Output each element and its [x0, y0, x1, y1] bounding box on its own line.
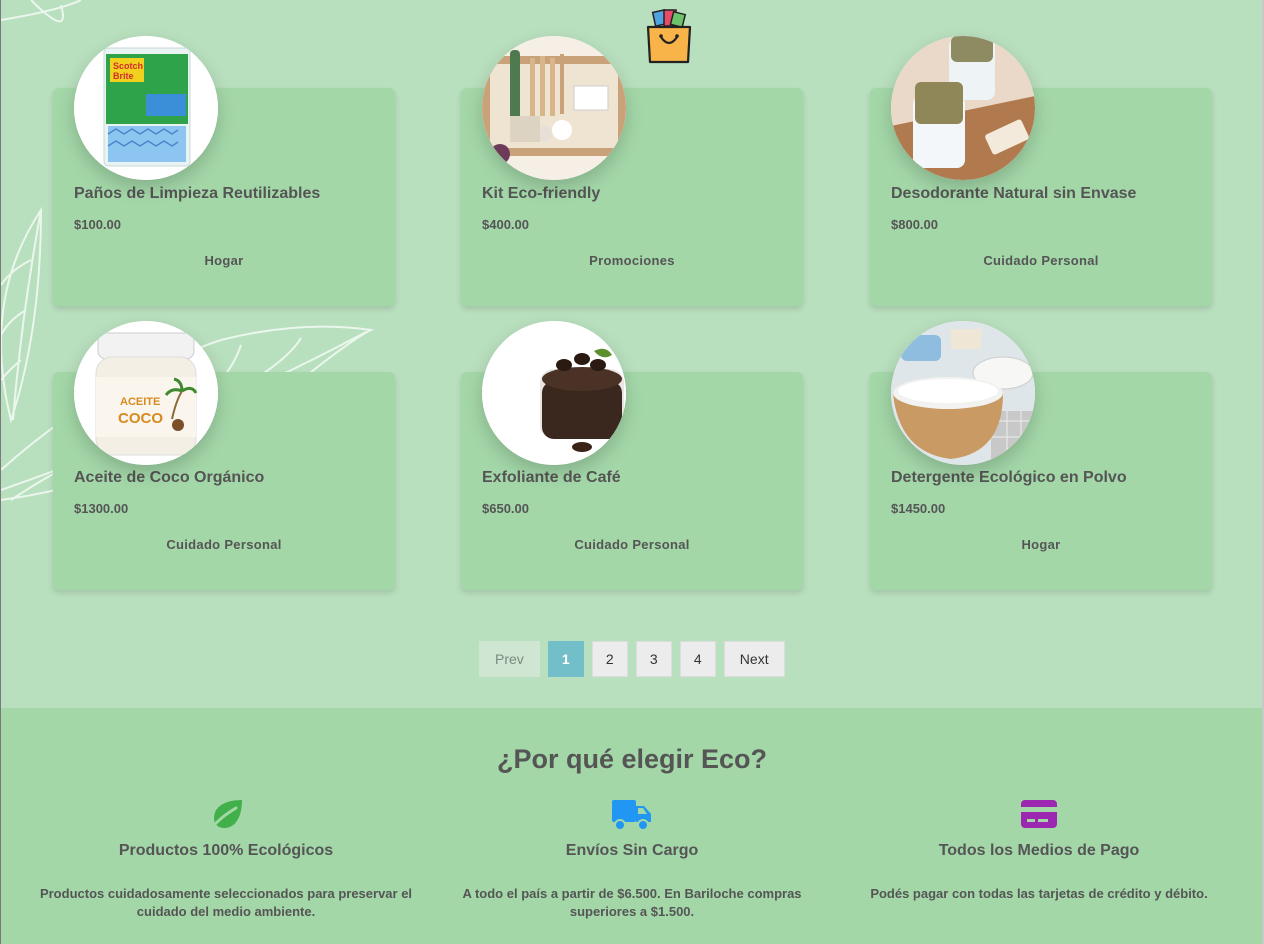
svg-text:Scotch: Scotch [113, 61, 143, 71]
product-category: Cuidado Personal [166, 537, 282, 552]
svg-text:COCO: COCO [118, 410, 163, 427]
page: Paños de Limpieza Reutilizables $100.00 … [0, 0, 1264, 944]
product-name: Aceite de Coco Orgánico [74, 469, 265, 486]
product-name: Paños de Limpieza Reutilizables [74, 185, 321, 202]
truck-icon [612, 800, 651, 831]
svg-text:ACEITE: ACEITE [120, 396, 160, 408]
product-price: $650.00 [482, 501, 529, 516]
product-image-coffee-scrub[interactable] [482, 321, 626, 465]
shopping-bag-icon[interactable] [644, 9, 694, 65]
product-name: Kit Eco-friendly [482, 185, 601, 202]
feature-text: Productos cuidadosamente seleccionados p… [39, 886, 413, 919]
product-price: $1450.00 [891, 501, 946, 516]
why-choose-section: ¿Por qué elegir Eco? Productos 100% Ecol… [1, 708, 1262, 944]
product-category: Cuidado Personal [983, 253, 1099, 268]
product-name: Exfoliante de Café [482, 469, 621, 486]
feature-text: A todo el país a partir de $6.500. En Ba… [462, 886, 802, 919]
product-category: Promociones [589, 253, 675, 268]
next-page-button[interactable]: Next [723, 641, 785, 677]
product-image-cleaning-wipes[interactable]: Scotch Brite [74, 36, 218, 180]
product-price: $400.00 [482, 217, 529, 232]
credit-card-icon [1021, 800, 1057, 828]
page-3-button[interactable]: 3 [635, 641, 672, 677]
product-category: Hogar [204, 253, 244, 268]
feature-title: Envíos Sin Cargo [565, 842, 699, 859]
product-name: Desodorante Natural sin Envase [891, 185, 1137, 202]
product-price: $100.00 [74, 217, 121, 232]
section-title: ¿Por qué elegir Eco? [496, 744, 768, 774]
leaf-icon [208, 800, 242, 832]
feature-payment-methods: Todos los Medios de Pago Podés pagar con… [849, 798, 1229, 903]
feature-eco-products: Productos 100% Ecológicos Productos cuid… [36, 798, 416, 921]
prev-page-button[interactable]: Prev [479, 641, 540, 677]
product-image-eco-detergent[interactable] [891, 321, 1035, 465]
product-category: Cuidado Personal [574, 537, 690, 552]
product-image-eco-kit[interactable] [482, 36, 626, 180]
feature-text: Podés pagar con todas las tarjetas de cr… [870, 886, 1208, 901]
product-price: $800.00 [891, 217, 938, 232]
product-category: Hogar [1021, 537, 1061, 552]
page-2-button[interactable]: 2 [591, 641, 628, 677]
pagination: Prev 1 2 3 4 Next [479, 641, 785, 677]
feature-title: Productos 100% Ecológicos [118, 842, 334, 859]
product-image-natural-deodorant[interactable] [891, 36, 1035, 180]
product-image-coconut-oil[interactable]: ACEITE COCO [74, 321, 218, 465]
product-name: Detergente Ecológico en Polvo [891, 469, 1127, 486]
page-1-button[interactable]: 1 [547, 641, 584, 677]
feature-free-shipping: Envíos Sin Cargo A todo el país a partir… [442, 798, 822, 921]
page-4-button[interactable]: 4 [679, 641, 716, 677]
feature-title: Todos los Medios de Pago [938, 842, 1140, 859]
product-price: $1300.00 [74, 501, 129, 516]
svg-text:Brite: Brite [113, 71, 134, 81]
